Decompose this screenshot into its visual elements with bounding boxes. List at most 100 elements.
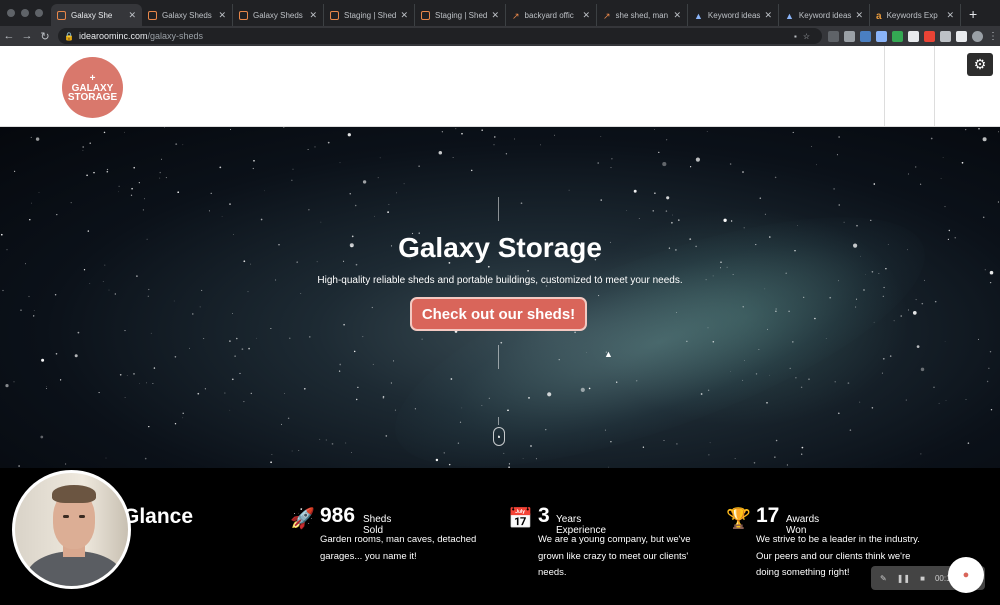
minimize-window-button[interactable] (21, 9, 29, 17)
star (989, 350, 992, 353)
star (982, 137, 987, 142)
browser-tab[interactable]: ▲ Keyword ideas ✕ (779, 4, 870, 26)
divider-line (498, 345, 499, 369)
star (144, 198, 145, 200)
puzzle-icon[interactable] (940, 30, 951, 42)
browser-tab[interactable]: ↗ backyard offic ✕ (506, 4, 597, 26)
star (459, 421, 462, 423)
browser-tab[interactable]: Staging | Shed ✕ (415, 4, 506, 26)
star (234, 355, 236, 357)
browser-tab[interactable]: ↗ she shed, man ✕ (597, 4, 688, 26)
star (744, 360, 745, 361)
star (965, 398, 967, 400)
star (873, 321, 875, 323)
star (990, 409, 993, 411)
loom-record-icon[interactable]: ● (948, 557, 984, 593)
close-tab-icon[interactable]: ✕ (309, 10, 317, 21)
stop-icon[interactable]: ■ (920, 574, 925, 583)
star (385, 435, 388, 437)
star (774, 456, 776, 458)
star (182, 412, 184, 415)
extension-icon[interactable] (908, 30, 919, 42)
hubspot-icon[interactable]: ⚙ (967, 53, 993, 76)
scroll-down-icon[interactable] (493, 427, 505, 446)
star (106, 168, 109, 171)
browser-tab[interactable]: Galaxy Sheds ✕ (142, 4, 233, 26)
menu-kebab-icon[interactable]: ⋮ (988, 31, 998, 42)
close-tab-icon[interactable]: ✕ (128, 10, 136, 21)
star (871, 271, 874, 273)
star (372, 363, 374, 365)
browser-tab-bar: Galaxy She ✕ Galaxy Sheds ✕ Galaxy Sheds ✕ … (0, 0, 1000, 26)
new-tab-button[interactable]: + (961, 6, 985, 26)
star (730, 220, 733, 222)
extension-icon[interactable] (876, 30, 887, 42)
star (792, 131, 794, 133)
star (177, 191, 180, 194)
ads-icon: ▲ (694, 10, 703, 21)
profile-avatar[interactable] (972, 30, 983, 42)
extension-icon[interactable] (828, 30, 839, 42)
close-tab-icon[interactable]: ✕ (764, 10, 772, 21)
close-tab-icon[interactable]: ✕ (855, 10, 863, 21)
extension-icon[interactable] (892, 30, 903, 42)
star (118, 185, 120, 187)
browser-tab[interactable]: a Keywords Exp ✕ (870, 4, 961, 26)
check-out-sheds-button[interactable]: Check out our sheds! (410, 297, 587, 331)
star (300, 293, 302, 294)
browser-tab[interactable]: ▲ Keyword ideas ✕ (688, 4, 779, 26)
extension-icon[interactable] (844, 30, 855, 42)
star (494, 136, 496, 138)
close-tab-icon[interactable]: ✕ (582, 10, 590, 21)
extension-icon[interactable] (860, 30, 871, 42)
bookmark-star-icon[interactable]: ▪☆ (794, 32, 816, 41)
star (838, 204, 840, 206)
browser-tab[interactable]: Galaxy She ✕ (51, 4, 142, 26)
star (153, 367, 156, 369)
star (230, 129, 232, 130)
galaxy-storage-logo[interactable]: + GALAXY STORAGE (62, 57, 123, 118)
star (580, 387, 585, 392)
extension-icon[interactable] (956, 30, 967, 42)
star (503, 452, 505, 454)
star (2, 289, 4, 292)
star (920, 367, 925, 372)
star (325, 439, 327, 441)
close-tab-icon[interactable]: ✕ (491, 10, 499, 21)
star (855, 306, 857, 308)
pen-icon[interactable]: ✎ (880, 574, 887, 583)
star (29, 218, 31, 221)
star (74, 354, 78, 358)
star (916, 345, 920, 348)
maximize-window-button[interactable] (35, 9, 43, 17)
star (371, 306, 373, 309)
star (695, 157, 700, 162)
pause-icon[interactable]: ❚❚ (897, 574, 910, 583)
star (264, 190, 265, 192)
close-tab-icon[interactable]: ✕ (400, 10, 408, 21)
star (33, 315, 35, 317)
presenter-eye (63, 515, 69, 518)
extension-icon[interactable] (924, 30, 935, 42)
presenter-eye (79, 515, 85, 518)
star (600, 199, 602, 201)
browser-tab[interactable]: Staging | Shed ✕ (324, 4, 415, 26)
reload-icon[interactable]: ↻ (36, 30, 54, 43)
forward-arrow-icon[interactable]: → (18, 30, 36, 42)
close-tab-icon[interactable]: ✕ (673, 10, 681, 21)
star (600, 136, 602, 137)
close-tab-icon[interactable]: ✕ (218, 10, 226, 21)
url-field[interactable]: 🔒 idearoominc.com/galaxy-sheds ▪☆ (58, 28, 822, 44)
back-arrow-icon[interactable]: ← (0, 30, 18, 42)
star (289, 337, 291, 339)
star (353, 350, 356, 353)
star (77, 331, 80, 334)
close-tab-icon[interactable]: ✕ (946, 10, 954, 21)
idearoom-icon (239, 10, 248, 20)
star (712, 340, 715, 343)
hero-title: Galaxy Storage (398, 232, 602, 263)
star (672, 214, 674, 216)
close-window-button[interactable] (7, 9, 15, 17)
browser-tab[interactable]: Galaxy Sheds ✕ (233, 4, 324, 26)
star (231, 378, 234, 381)
